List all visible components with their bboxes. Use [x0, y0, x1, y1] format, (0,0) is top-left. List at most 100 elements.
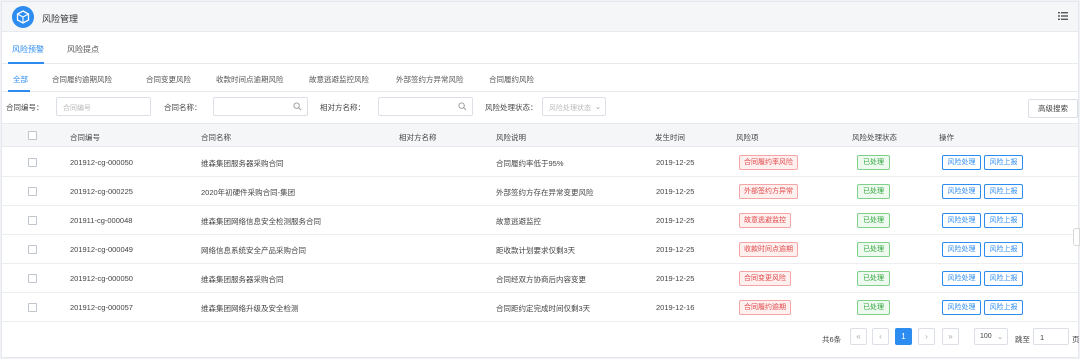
row-checkbox[interactable] — [28, 303, 37, 312]
cell-risk-desc: 故意逃避监控 — [496, 217, 541, 226]
table-row: 201911-cg-000048 维森集团网络信息安全检测服务合同 故意逃避监控… — [2, 206, 1078, 235]
cell-risk-desc: 合同距约定完成时间仅剩3天 — [496, 304, 591, 313]
total-count: 共6条 — [822, 335, 842, 344]
handle-risk-button[interactable]: 风险处理 — [942, 242, 981, 257]
risk-item-tag: 收款时间点逾期 — [739, 242, 798, 257]
col-counterparty: 相对方名称 — [399, 133, 437, 142]
report-risk-button[interactable]: 风险上报 — [984, 300, 1023, 315]
page-number-button[interactable]: 1 — [895, 328, 912, 345]
prev-page-icon[interactable]: ‹ — [872, 328, 889, 345]
handle-risk-button[interactable]: 风险处理 — [942, 213, 981, 228]
handle-risk-button[interactable]: 风险处理 — [942, 300, 981, 315]
chevron-down-icon: ⌄ — [595, 104, 601, 111]
tab-external-party-abnormal[interactable]: 外部签约方异常风险 — [396, 74, 464, 85]
chevron-down-icon: ⌄ — [997, 334, 1003, 341]
filter-bar: 合同编号： 合同编号 合同名称： 相对方名称： 风险处理状态： 风险处理状态 ⌄… — [2, 94, 1078, 122]
cell-date: 2019-12-25 — [656, 274, 695, 283]
cell-contract-no: 201912-cg-000050 — [70, 274, 133, 283]
cell-contract-no: 201912-cg-000049 — [70, 245, 133, 254]
contract-no-input[interactable]: 合同编号 — [56, 97, 151, 116]
col-status: 风险处理状态 — [852, 133, 897, 142]
tab-risk-reminder[interactable]: 风险提点 — [67, 44, 99, 55]
cell-contract-name: 2020年初硬件采购合同-集团 — [201, 188, 296, 197]
advanced-search-button[interactable]: 高级搜索 — [1028, 99, 1078, 118]
risk-category-tabs: 全部 合同履约逾期风险 合同变更风险 收款时间点逾期风险 故意逃避监控风险 外部… — [2, 64, 1078, 92]
row-checkbox[interactable] — [28, 245, 37, 254]
cell-risk-desc: 外部签约方存在异常变更风险 — [496, 188, 594, 197]
tab-collection-overdue[interactable]: 收款时间点逾期风险 — [216, 74, 284, 85]
status-badge: 已处理 — [857, 213, 890, 228]
page-jump-input[interactable]: 1 — [1033, 328, 1069, 345]
report-risk-button[interactable]: 风险上报 — [984, 213, 1023, 228]
handle-risk-button[interactable]: 风险处理 — [942, 155, 981, 170]
report-risk-button[interactable]: 风险上报 — [984, 271, 1023, 286]
first-page-icon[interactable]: « — [850, 328, 867, 345]
app-header: 风险管理 — [2, 2, 1078, 32]
table-row: 201912-cg-000050 维森集团服务器采购合同 合同履约率低于95% … — [2, 148, 1078, 177]
active-subtab-indicator — [8, 90, 30, 92]
cell-contract-name: 维森集团网络信息安全检测服务合同 — [201, 217, 321, 226]
side-collapse-handle[interactable] — [1073, 228, 1080, 246]
status-select[interactable]: 风险处理状态 ⌄ — [542, 97, 606, 116]
cell-date: 2019-12-25 — [656, 187, 695, 196]
select-all-checkbox[interactable] — [28, 131, 37, 140]
pagination: 共6条 « ‹ 1 › » 100 ⌄ 跳至 1 页 — [2, 324, 1080, 350]
page-size-select[interactable]: 100 ⌄ — [974, 328, 1008, 345]
cell-date: 2019-12-16 — [656, 303, 695, 312]
search-icon[interactable] — [458, 102, 467, 111]
cell-risk-desc: 合同履约率低于95% — [496, 159, 564, 168]
table-row: 201912-cg-000225 2020年初硬件采购合同-集团 外部签约方存在… — [2, 177, 1078, 206]
table-row: 201912-cg-000057 维森集团网络升级及安全检测 合同距约定完成时间… — [2, 293, 1078, 322]
cell-date: 2019-12-25 — [656, 216, 695, 225]
col-actions: 操作 — [939, 133, 954, 142]
status-badge: 已处理 — [857, 155, 890, 170]
last-page-icon[interactable]: » — [942, 328, 959, 345]
handle-risk-button[interactable]: 风险处理 — [942, 271, 981, 286]
list-menu-icon[interactable] — [1058, 11, 1068, 21]
top-tabs: 风险预警 风险提点 — [2, 32, 1078, 64]
tab-performance-risk[interactable]: 合同履约风险 — [489, 74, 534, 85]
counterparty-input[interactable] — [378, 97, 473, 116]
status-badge: 已处理 — [857, 300, 890, 315]
risk-item-tag: 外部签约方异常 — [739, 184, 798, 199]
cell-contract-no: 201911-cg-000048 — [70, 216, 133, 225]
cell-contract-no: 201912-cg-000057 — [70, 303, 133, 312]
tab-contract-change[interactable]: 合同变更风险 — [146, 74, 191, 85]
tab-risk-warning[interactable]: 风险预警 — [12, 44, 44, 55]
status-badge: 已处理 — [857, 271, 890, 286]
page-unit-label: 页 — [1072, 335, 1080, 344]
table-row: 201912-cg-000049 网络信息系统安全产品采购合同 距收款计划要求仅… — [2, 235, 1078, 264]
cell-contract-name: 维森集团网络升级及安全检测 — [201, 304, 299, 313]
row-checkbox[interactable] — [28, 274, 37, 283]
tab-performance-overdue[interactable]: 合同履约逾期风险 — [52, 74, 112, 85]
next-page-icon[interactable]: › — [918, 328, 935, 345]
status-badge: 已处理 — [857, 184, 890, 199]
cell-contract-no: 201912-cg-000050 — [70, 158, 133, 167]
col-contract-name: 合同名称 — [201, 133, 231, 142]
cell-risk-desc: 距收款计划要求仅剩3天 — [496, 246, 576, 255]
col-date: 发生时间 — [655, 133, 685, 142]
cell-date: 2019-12-25 — [656, 245, 695, 254]
row-checkbox[interactable] — [28, 187, 37, 196]
page-size-value: 100 — [980, 333, 992, 340]
report-risk-button[interactable]: 风险上报 — [984, 155, 1023, 170]
contract-name-input[interactable] — [213, 97, 308, 116]
cell-contract-no: 201912-cg-000225 — [70, 187, 133, 196]
search-icon[interactable] — [293, 102, 302, 111]
risk-item-tag: 合同履约逾期 — [739, 300, 791, 315]
row-checkbox[interactable] — [28, 216, 37, 225]
status-badge: 已处理 — [857, 242, 890, 257]
counterparty-label: 相对方名称： — [320, 103, 365, 112]
table-header: 合同编号 合同名称 相对方名称 风险说明 发生时间 风险项 风险处理状态 操作 — [2, 123, 1078, 147]
risk-item-tag: 合同变更风险 — [739, 271, 791, 286]
row-checkbox[interactable] — [28, 158, 37, 167]
report-risk-button[interactable]: 风险上报 — [984, 242, 1023, 257]
col-risk-desc: 风险说明 — [496, 133, 526, 142]
tab-evade-monitoring[interactable]: 故意逃避监控风险 — [309, 74, 369, 85]
tab-all[interactable]: 全部 — [13, 74, 28, 85]
cell-contract-name: 维森集团服务器采购合同 — [201, 159, 284, 168]
cell-risk-desc: 合同经双方协商后内容变更 — [496, 275, 586, 284]
contract-name-label: 合同名称： — [164, 103, 202, 112]
handle-risk-button[interactable]: 风险处理 — [942, 184, 981, 199]
report-risk-button[interactable]: 风险上报 — [984, 184, 1023, 199]
